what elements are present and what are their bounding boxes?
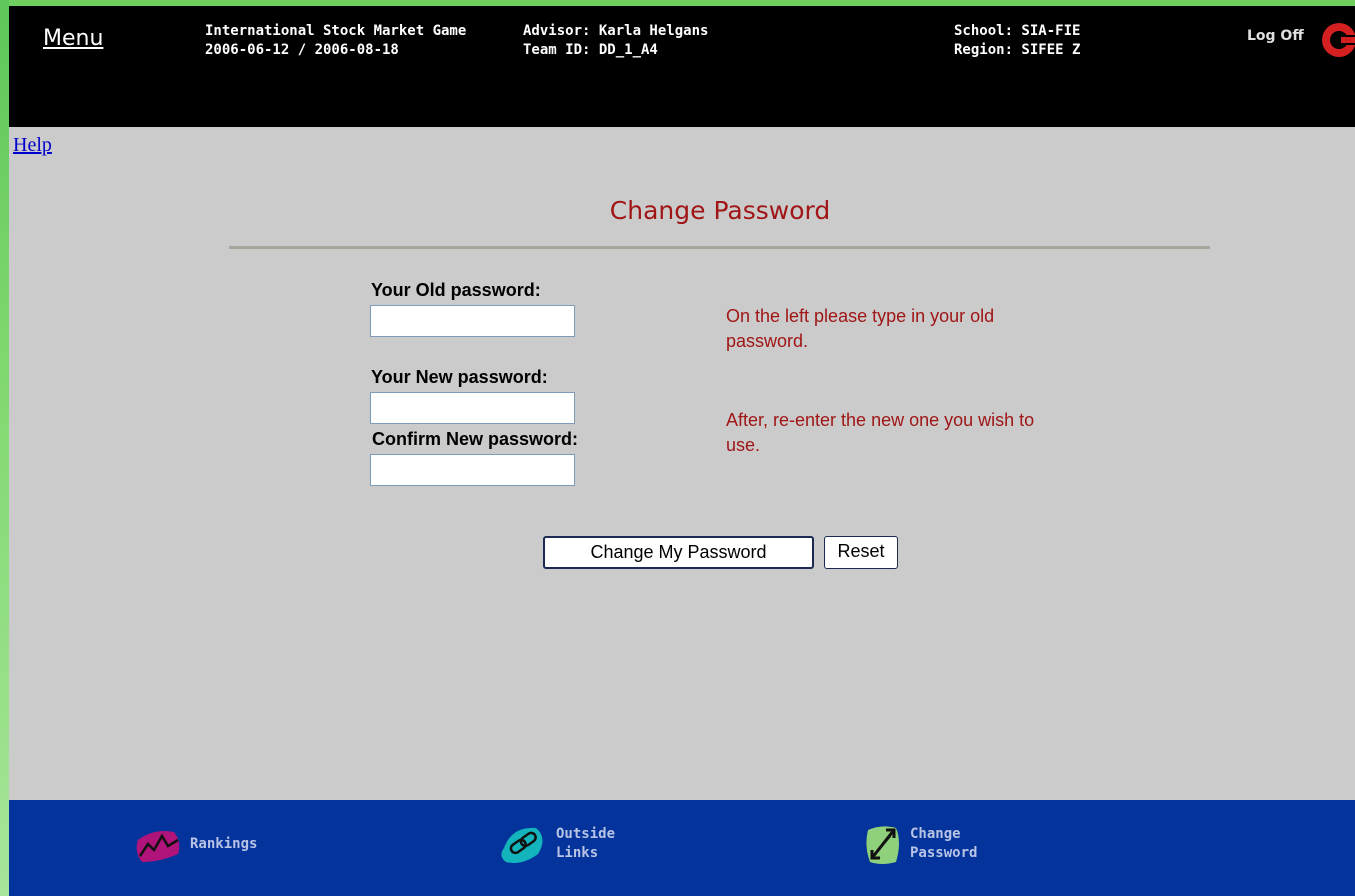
rankings-icon — [136, 831, 180, 862]
new-password-hint: After, re-enter the new one you wish to … — [726, 410, 1035, 455]
footer-item-change-password[interactable]: Change Password — [862, 822, 977, 866]
team-id: Team ID: DD_1_A4 — [523, 42, 658, 58]
old-password-input[interactable] — [370, 305, 575, 337]
game-name: International Stock Market Game — [205, 23, 467, 39]
footer-item-outside-links[interactable]: Outside Links — [498, 822, 615, 866]
confirm-password-label: Confirm New password: — [372, 429, 579, 449]
link-icon — [501, 827, 543, 863]
confirm-password-input[interactable] — [370, 454, 575, 486]
footer-label-change-password: Change Password — [910, 826, 978, 861]
game-dates: 2006-06-12 / 2006-08-18 — [205, 42, 399, 58]
new-password-input[interactable] — [370, 392, 575, 424]
footer-item-rankings[interactable]: Rankings — [134, 822, 257, 866]
advisor-name: Advisor: Karla Helgans — [523, 23, 709, 39]
change-password-button[interactable]: Change My Password — [543, 536, 814, 569]
change-password-icon — [866, 826, 899, 864]
game-info: International Stock Market Game 2006-06-… — [205, 22, 466, 60]
reset-button[interactable]: Reset — [824, 536, 898, 569]
region-name: Region: SIFEE Z — [954, 42, 1081, 58]
old-password-hint: On the left please type in your old pass… — [726, 306, 995, 351]
logoff-icon[interactable] — [1317, 18, 1355, 62]
logoff-link[interactable]: Log Off — [1247, 28, 1304, 44]
new-password-label: Your New password: — [371, 367, 548, 387]
window-frame-left — [0, 0, 9, 896]
menu-link[interactable]: Menu — [43, 26, 103, 51]
top-header: Menu International Stock Market Game 200… — [9, 6, 1355, 127]
school-name: School: SIA-FIE — [954, 23, 1081, 39]
footer-label-outside-links: Outside Links — [556, 826, 616, 861]
school-info: School: SIA-FIE Region: SIFEE Z — [954, 22, 1080, 60]
footer-label-rankings: Rankings — [190, 835, 258, 852]
help-link[interactable]: Help — [13, 134, 52, 157]
old-password-label: Your Old password: — [371, 280, 541, 300]
page-title: Change Password — [609, 196, 831, 225]
advisor-info: Advisor: Karla Helgans Team ID: DD_1_A4 — [523, 22, 708, 60]
title-divider — [229, 246, 1210, 249]
